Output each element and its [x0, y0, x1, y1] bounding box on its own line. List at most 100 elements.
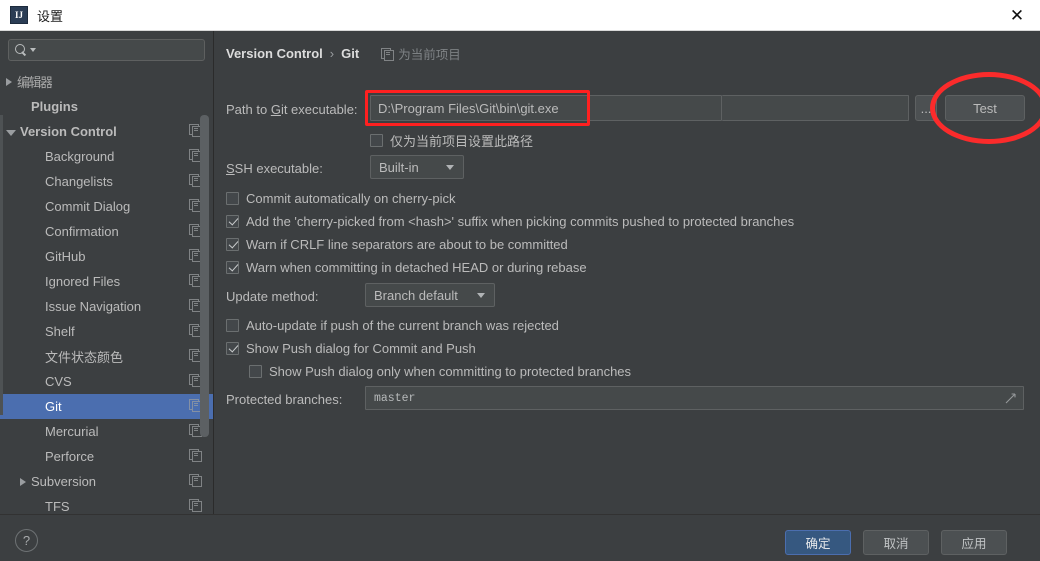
- sidebar-item-shelf[interactable]: Shelf: [0, 319, 213, 344]
- search-icon: [15, 43, 28, 57]
- breadcrumb: Version Control › Git 为当前项目: [226, 44, 461, 63]
- git-settings-panel: Version Control › Git 为当前项目 Path to Git …: [215, 31, 1040, 514]
- sidebar-item-background[interactable]: Background: [0, 144, 213, 169]
- sidebar-item-label: Background: [45, 149, 115, 164]
- git-checkbox-row-2[interactable]: Warn if CRLF line separators are about t…: [226, 237, 568, 252]
- git-checkbox-1[interactable]: [226, 215, 239, 228]
- expand-icon[interactable]: [1005, 393, 1016, 404]
- sidebar-item-mercurial[interactable]: Mercurial: [0, 419, 213, 444]
- sidebar-item-编辑器[interactable]: 编辑器: [0, 69, 213, 94]
- git-checkbox-3[interactable]: [226, 261, 239, 274]
- git-checkbox-row-0[interactable]: Commit automatically on cherry-pick: [226, 191, 456, 206]
- sidebar-item-label: Changelists: [45, 174, 113, 189]
- dialog-footer: ? 确定 取消 应用 https://blog.csdn.net/qq_3955…: [0, 514, 1040, 561]
- breadcrumb-root[interactable]: Version Control: [226, 46, 323, 61]
- ok-button[interactable]: 确定: [785, 530, 851, 555]
- push-checkbox-2[interactable]: [249, 365, 262, 378]
- chevron-right-icon[interactable]: [6, 77, 12, 86]
- sidebar-item-label: 编辑器: [17, 75, 52, 90]
- git-checkbox-label-0: Commit automatically on cherry-pick: [246, 191, 456, 206]
- protected-branches-value: master: [374, 392, 416, 405]
- sidebar-item-label: CVS: [45, 374, 72, 389]
- project-path-checkbox-label: 仅为当前项目设置此路径: [390, 134, 534, 149]
- copy-icon: [381, 47, 395, 61]
- push-checkbox-row-1[interactable]: Show Push dialog for Commit and Push: [226, 341, 476, 356]
- sidebar-item-git[interactable]: Git: [0, 394, 213, 419]
- sidebar-item-文件状态颜色[interactable]: 文件状态颜色: [0, 344, 213, 369]
- update-method-label: Update method:: [226, 289, 319, 304]
- protected-branches-input[interactable]: master: [365, 386, 1024, 410]
- git-checkbox-0[interactable]: [226, 192, 239, 205]
- sidebar-item-label: Plugins: [31, 99, 78, 114]
- ssh-executable-label: SSH executable:: [226, 161, 323, 176]
- breadcrumb-current: Git: [341, 46, 360, 61]
- project-scope-label: 为当前项目: [381, 44, 461, 63]
- title-bar: 设置 ✕: [0, 0, 1040, 31]
- git-checkbox-row-1[interactable]: Add the 'cherry-picked from <hash>' suff…: [226, 214, 794, 229]
- sidebar-item-github[interactable]: GitHub: [0, 244, 213, 269]
- push-checkbox-row-2[interactable]: Show Push dialog only when committing to…: [249, 364, 631, 379]
- sidebar-item-label: TFS: [45, 499, 70, 514]
- sidebar-item-perforce[interactable]: Perforce: [0, 444, 213, 469]
- push-checkbox-row-0[interactable]: Auto-update if push of the current branc…: [226, 318, 559, 333]
- sidebar-scrollbar[interactable]: [200, 115, 209, 437]
- ssh-executable-select[interactable]: Built-in: [370, 155, 464, 179]
- sidebar-item-label: 文件状态颜色: [45, 350, 124, 365]
- browse-button[interactable]: ...: [915, 95, 937, 121]
- sidebar-item-ignored-files[interactable]: Ignored Files: [0, 269, 213, 294]
- intellij-idea-icon: [10, 6, 28, 24]
- chevron-down-icon: [477, 293, 485, 298]
- sidebar-item-cvs[interactable]: CVS: [0, 369, 213, 394]
- sidebar-item-commit-dialog[interactable]: Commit Dialog: [0, 194, 213, 219]
- push-checkbox-0[interactable]: [226, 319, 239, 332]
- settings-tree: 编辑器 Plugins Version Control Background Chang…: [0, 69, 213, 519]
- chevron-down-icon[interactable]: [6, 129, 16, 136]
- push-checkbox-label-0: Auto-update if push of the current branc…: [246, 318, 559, 333]
- copy-icon: [189, 499, 202, 514]
- git-checkbox-label-2: Warn if CRLF line separators are about t…: [246, 237, 568, 252]
- sidebar-item-label: Commit Dialog: [45, 199, 131, 214]
- sidebar-item-label: Git: [45, 399, 62, 414]
- sidebar-item-plugins[interactable]: Plugins: [0, 94, 213, 119]
- window-title: 设置: [37, 8, 64, 24]
- close-icon[interactable]: ✕: [994, 0, 1040, 30]
- sidebar-item-label: GitHub: [45, 249, 86, 264]
- protected-branches-label: Protected branches:: [226, 392, 343, 407]
- sidebar-item-issue-navigation[interactable]: Issue Navigation: [0, 294, 213, 319]
- cancel-button[interactable]: 取消: [863, 530, 929, 555]
- sidebar-item-changelists[interactable]: Changelists: [0, 169, 213, 194]
- help-button[interactable]: ?: [15, 529, 38, 552]
- git-path-input[interactable]: D:\Program Files\Git\bin\git.exe: [370, 95, 722, 121]
- chevron-right-icon[interactable]: [20, 477, 26, 486]
- project-scope-text: 为当前项目: [398, 48, 461, 62]
- sidebar-item-label: Perforce: [45, 449, 95, 464]
- chevron-down-icon[interactable]: [30, 48, 36, 52]
- search-container: [0, 31, 213, 67]
- git-path-input-extension[interactable]: [722, 95, 909, 121]
- sidebar-item-label: Shelf: [45, 324, 75, 339]
- sidebar-item-version-control[interactable]: Version Control: [0, 119, 213, 144]
- project-path-checkbox-row[interactable]: 仅为当前项目设置此路径: [370, 131, 533, 150]
- git-checkbox-2[interactable]: [226, 238, 239, 251]
- chevron-down-icon: [446, 165, 454, 170]
- git-path-label: Path to Git executable:: [226, 102, 358, 117]
- apply-button[interactable]: 应用: [941, 530, 1007, 555]
- settings-window: 设置 ✕ 编辑器 Plugins Version Control Background…: [0, 0, 1040, 561]
- push-checkbox-label-2: Show Push dialog only when committing to…: [269, 364, 632, 379]
- update-method-value: Branch default: [374, 287, 458, 303]
- search-input[interactable]: [8, 39, 205, 61]
- copy-icon: [189, 449, 202, 464]
- git-checkbox-row-3[interactable]: Warn when committing in detached HEAD or…: [226, 260, 587, 275]
- test-button[interactable]: Test: [945, 95, 1025, 121]
- sidebar-item-subversion[interactable]: Subversion: [0, 469, 213, 494]
- copy-icon: [189, 474, 202, 489]
- git-checkbox-label-1: Add the 'cherry-picked from <hash>' suff…: [246, 214, 795, 229]
- push-checkbox-label-1: Show Push dialog for Commit and Push: [246, 341, 476, 356]
- sidebar-left-edge: [0, 115, 3, 415]
- push-checkbox-1[interactable]: [226, 342, 239, 355]
- sidebar-item-confirmation[interactable]: Confirmation: [0, 219, 213, 244]
- sidebar-item-label: Version Control: [20, 124, 117, 139]
- update-method-select[interactable]: Branch default: [365, 283, 495, 307]
- project-path-checkbox[interactable]: [370, 134, 383, 147]
- sidebar-item-label: Ignored Files: [45, 274, 121, 289]
